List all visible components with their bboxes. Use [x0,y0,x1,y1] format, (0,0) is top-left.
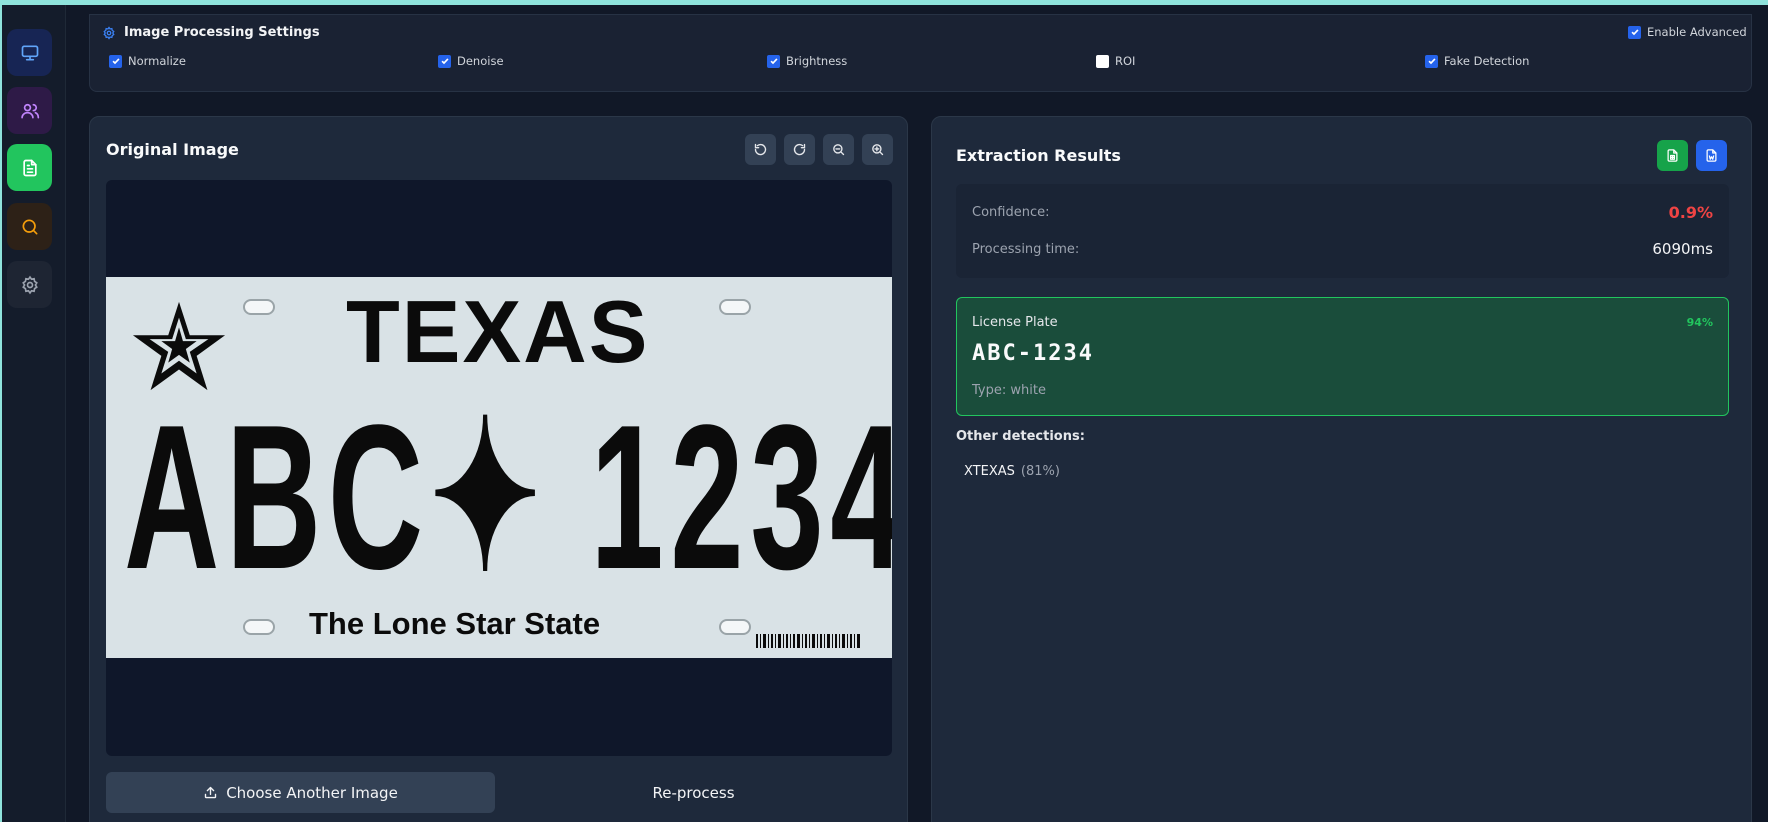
sidebar-item-search[interactable] [7,203,52,250]
zoom-in-icon [872,144,884,156]
rotate-left-icon [754,143,767,156]
roi-label: ROI [1115,54,1136,68]
other-detection-confidence: (81%) [1020,464,1060,479]
check-icon [1630,29,1639,36]
rotate-right-button[interactable] [784,134,815,165]
brightness-checkbox[interactable]: Brightness [767,54,847,68]
license-plate-label: License Plate [972,315,1058,330]
monitor-icon [21,45,38,61]
sidebar-item-document[interactable] [7,144,52,191]
checkbox-box[interactable] [1425,54,1438,68]
mounting-hole [243,299,275,315]
checkbox-box[interactable] [109,54,122,68]
plate-state-text: TEXAS [346,282,650,381]
image-viewport[interactable]: TEXAS ABC✦ 1234 The Lone Star State [106,180,892,756]
fake-detection-checkbox[interactable]: Fake Detection [1425,54,1529,68]
normalize-label: Normalize [128,54,186,68]
upload-icon [205,786,217,799]
confidence-value: 0.9% [1668,203,1713,222]
zoom-out-button[interactable] [823,134,854,165]
export-document-button[interactable] [1696,140,1727,171]
checkbox-box[interactable] [767,54,780,68]
export-excel-button[interactable] [1657,140,1688,171]
result-stats: Confidence: 0.9% Processing time: 6090ms [956,184,1729,278]
other-detection-item: XTEXAS (81%) [964,464,1060,479]
normalize-checkbox[interactable]: Normalize [109,54,186,68]
mounting-hole [719,619,751,635]
checkbox-box[interactable] [438,54,451,68]
check-icon [769,58,778,65]
plate-number-text: ABC✦ 1234 [124,382,892,613]
search-icon [22,219,38,234]
confidence-label: Confidence: [972,205,1050,220]
settings-gear-icon [103,25,115,40]
denoise-checkbox[interactable]: Denoise [438,54,504,68]
other-detections-title: Other detections: [956,429,1085,444]
check-icon [111,58,120,65]
fake-detection-label: Fake Detection [1444,54,1530,68]
settings-title: Image Processing Settings [102,25,320,40]
enable-advanced-label: Enable Advanced [1647,25,1747,39]
processing-time-label: Processing time: [972,242,1080,257]
plate-motto-text: The Lone Star State [309,606,601,641]
choose-another-image-button[interactable]: Choose Another Image [106,772,495,813]
users-icon [20,103,39,118]
license-plate-confidence: 94% [1686,316,1713,329]
gear-icon [21,275,38,294]
spreadsheet-file-icon [1667,149,1678,162]
extraction-results-panel: Extraction Results Confidence: 0.9% Proc… [931,116,1752,822]
rotate-right-icon [793,143,806,156]
window-top-strip [0,0,1768,5]
barcode-graphic [756,634,860,648]
checkbox-box[interactable] [1096,54,1109,68]
document-icon [22,159,37,176]
sidebar-item-monitor[interactable] [7,29,52,76]
zoom-in-button[interactable] [862,134,893,165]
other-detection-text: XTEXAS [964,464,1015,479]
processing-time-value: 6090ms [1652,240,1713,258]
mounting-hole [719,299,751,315]
document-file-icon [1706,149,1717,162]
star-emblem-icon [132,301,226,391]
license-plate-result-card[interactable]: License Plate 94% ABC-1234 Type: white [956,297,1729,416]
extraction-results-title: Extraction Results [956,146,1121,165]
zoom-out-icon [833,144,845,156]
denoise-label: Denoise [457,54,504,68]
mounting-hole [243,619,275,635]
sidebar [2,5,66,822]
processing-settings-panel: Image Processing Settings Enable Advance… [89,14,1752,92]
enable-advanced-checkbox[interactable]: Enable Advanced [1628,25,1747,39]
checkbox-box[interactable] [1628,25,1641,39]
original-image-panel: Original Image TEXAS ABC✦ 1234 The Lone … [89,116,908,822]
license-plate-type: Type: white [972,383,1046,398]
check-icon [1427,58,1436,65]
settings-title-text: Image Processing Settings [124,25,320,40]
rotate-left-button[interactable] [745,134,776,165]
original-image-title: Original Image [106,140,239,159]
license-plate-image: TEXAS ABC✦ 1234 The Lone Star State [106,277,892,658]
sidebar-item-users[interactable] [7,87,52,134]
choose-another-image-label: Choose Another Image [226,783,398,802]
license-plate-value: ABC-1234 [972,341,1094,366]
roi-checkbox[interactable]: ROI [1096,54,1135,68]
reprocess-button[interactable]: Re-process [495,772,892,813]
brightness-label: Brightness [786,54,848,68]
sidebar-item-settings[interactable] [7,261,52,308]
check-icon [440,58,449,65]
